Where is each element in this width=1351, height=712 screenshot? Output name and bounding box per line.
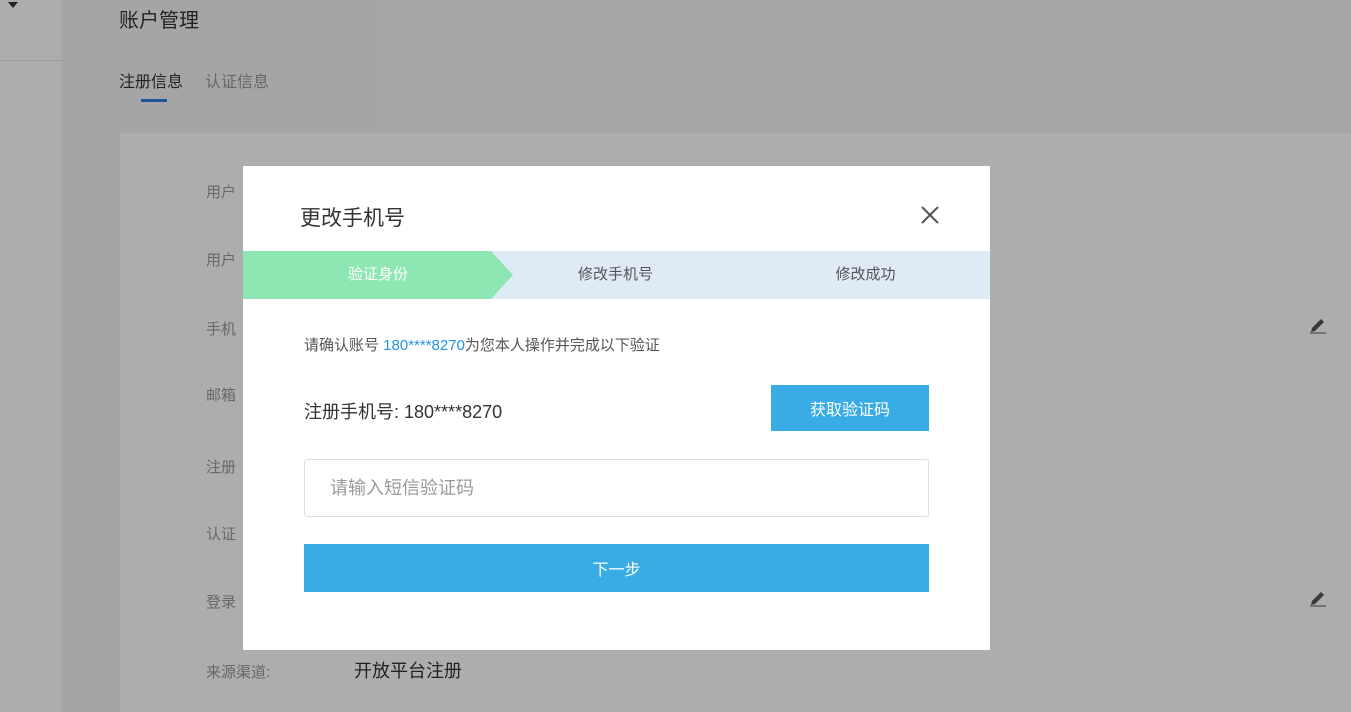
- reg-phone-value: 180****8270: [404, 402, 503, 422]
- step-progress-bar: 验证身份 修改手机号 修改成功: [243, 251, 990, 299]
- close-icon[interactable]: [919, 204, 941, 226]
- notice-account: 180****8270: [383, 337, 465, 354]
- step-success: 修改成功: [835, 266, 896, 283]
- sms-code-input[interactable]: [304, 459, 929, 517]
- notice-suffix: 为您本人操作并完成以下验证: [464, 337, 660, 354]
- next-step-button[interactable]: 下一步: [304, 544, 929, 592]
- notice-prefix: 请确认账号: [304, 337, 384, 354]
- step-verify-identity: 验证身份: [347, 266, 408, 283]
- verification-notice: 请确认账号 180****8270为您本人操作并完成以下验证: [304, 334, 660, 355]
- reg-phone-label: 注册手机号:: [304, 402, 405, 422]
- step-modify-phone: 修改手机号: [577, 266, 653, 283]
- registered-phone: 注册手机号: 180****8270: [304, 398, 502, 424]
- get-code-button[interactable]: 获取验证码: [771, 385, 929, 431]
- dialog-title: 更改手机号: [300, 207, 405, 230]
- change-phone-dialog: 更改手机号 验证身份 修改手机号 修改成功 请确认账号 180****8270为…: [243, 166, 990, 650]
